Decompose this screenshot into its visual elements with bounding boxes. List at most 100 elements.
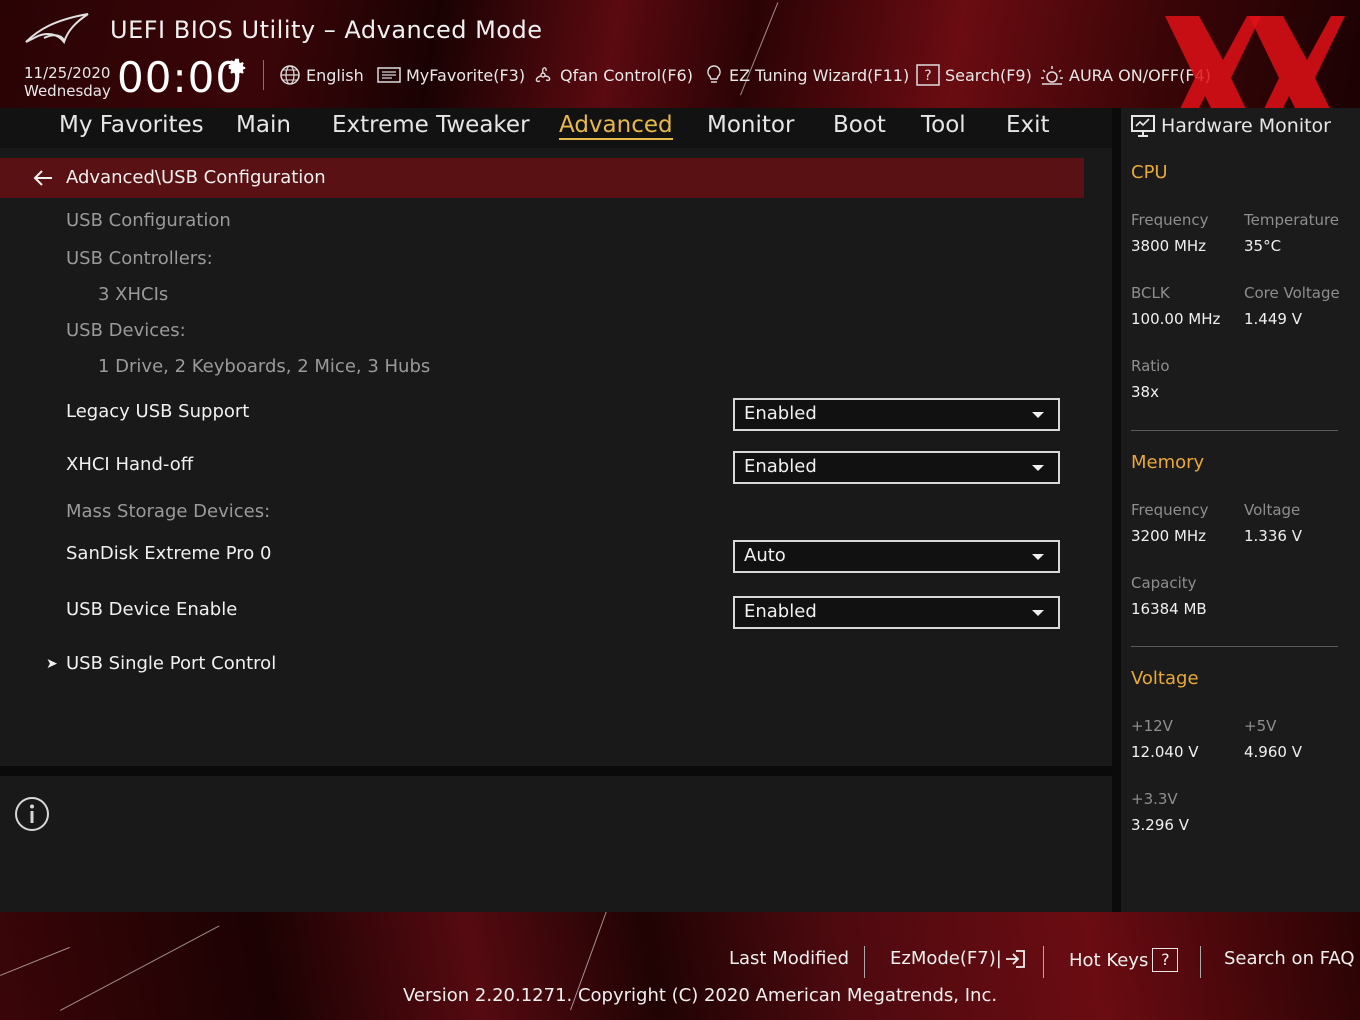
tab-boot[interactable]: Boot (833, 112, 886, 138)
ez-tuning-wizard-label: EZ Tuning Wizard(F11) (729, 65, 910, 85)
help-box-icon: ? (916, 64, 940, 86)
ezmode-label: EzMode(F7)| (890, 948, 1002, 969)
tab-main[interactable]: Main (236, 112, 291, 138)
cpu-core-voltage-value: 1.449 V (1244, 310, 1302, 328)
clock-display: 00:00 (117, 53, 244, 102)
usb-controllers-label: USB Controllers: (66, 248, 213, 269)
legacy-usb-support-dropdown[interactable]: Enabled (733, 398, 1060, 431)
hardware-monitor-title: Hardware Monitor (1161, 115, 1331, 137)
exit-arrow-icon (1005, 949, 1025, 968)
chevron-down-icon (1032, 465, 1044, 471)
search-button[interactable]: ? Search(F9) (916, 64, 1032, 86)
myfavorite-label: MyFavorite(F3) (406, 65, 526, 85)
language-button[interactable]: English (279, 64, 364, 86)
monitor-icon (1131, 115, 1155, 137)
cpu-ratio-label: Ratio (1131, 357, 1170, 375)
xhci-handoff-label: XHCI Hand-off (66, 454, 194, 475)
help-panel (0, 776, 1112, 912)
ezmode-button[interactable]: EzMode(F7)| (890, 948, 1026, 969)
main-nav: My Favorites Main Extreme Tweaker Advanc… (0, 108, 1112, 148)
cpu-core-voltage-label: Core Voltage (1244, 284, 1340, 302)
memory-capacity-value: 16384 MB (1131, 600, 1207, 618)
voltage-33v-label: +3.3V (1131, 790, 1178, 808)
tab-my-favorites[interactable]: My Favorites (59, 112, 204, 138)
last-modified-button[interactable]: Last Modified (729, 948, 849, 969)
sandisk-dropdown[interactable]: Auto (733, 540, 1060, 573)
rog-logo (25, 13, 89, 45)
legacy-usb-support-label: Legacy USB Support (66, 401, 250, 422)
legacy-usb-support-value: Enabled (744, 403, 817, 424)
search-label: Search(F9) (945, 65, 1032, 85)
cpu-ratio-value: 38x (1131, 383, 1159, 401)
usb-device-enable-dropdown[interactable]: Enabled (733, 596, 1060, 629)
gear-icon[interactable] (226, 56, 248, 78)
voltage-12v-value: 12.040 V (1131, 743, 1199, 761)
voltage-section-title: Voltage (1131, 668, 1199, 689)
aura-icon (1041, 66, 1063, 85)
footer-divider (1200, 946, 1201, 978)
memory-frequency-value: 3200 MHz (1131, 527, 1207, 545)
voltage-5v-label: +5V (1244, 717, 1277, 735)
chevron-down-icon (1032, 412, 1044, 418)
date-text: 11/25/2020 (24, 64, 111, 82)
header-divider (263, 60, 264, 90)
hw-section-divider (1131, 646, 1338, 647)
ez-tuning-wizard-button[interactable]: EZ Tuning Wizard(F11) (704, 64, 909, 86)
tab-tool[interactable]: Tool (921, 112, 966, 138)
footer-divider (1043, 946, 1044, 978)
globe-icon (280, 65, 300, 85)
lightbulb-icon (707, 65, 721, 83)
cpu-bclk-label: BCLK (1131, 284, 1170, 302)
fan-icon (535, 67, 551, 83)
footer-divider (864, 946, 865, 978)
tab-extreme-tweaker[interactable]: Extreme Tweaker (332, 112, 530, 138)
settings-panel: Advanced\USB Configuration USB Configura… (0, 148, 1112, 766)
panel-divider (0, 766, 1112, 776)
qfan-control-button[interactable]: Qfan Control(F6) (531, 64, 693, 86)
qfan-control-label: Qfan Control(F6) (560, 65, 693, 85)
back-arrow-icon[interactable] (32, 169, 54, 187)
cpu-bclk-value: 100.00 MHz (1131, 310, 1221, 328)
xhci-handoff-value: Enabled (744, 456, 817, 477)
chevron-down-icon (1032, 554, 1044, 560)
memory-section-title: Memory (1131, 452, 1205, 473)
tab-exit[interactable]: Exit (1006, 112, 1050, 138)
app-title: UEFI BIOS Utility – Advanced Mode (110, 16, 543, 44)
cpu-temperature-label: Temperature (1244, 211, 1340, 229)
date-display: 11/25/2020 Wednesday (24, 64, 111, 100)
voltage-33v-value: 3.296 V (1131, 816, 1189, 834)
usb-devices-value: 1 Drive, 2 Keyboards, 2 Mice, 3 Hubs (98, 356, 431, 377)
tab-monitor[interactable]: Monitor (707, 112, 794, 138)
hardware-monitor-panel: Hardware Monitor CPU Frequency Temperatu… (1121, 108, 1360, 912)
breadcrumb-text: Advanced\USB Configuration (66, 167, 326, 188)
hw-section-divider (1131, 430, 1338, 431)
chevron-down-icon (1032, 610, 1044, 616)
tab-advanced[interactable]: Advanced (559, 112, 673, 140)
version-text: Version 2.20.1271. Copyright (C) 2020 Am… (403, 985, 998, 1006)
memory-frequency-label: Frequency (1131, 501, 1209, 519)
hot-keys-button[interactable]: Hot Keys ? (1069, 948, 1179, 972)
myfavorite-button[interactable]: MyFavorite(F3) (377, 64, 525, 86)
cpu-section-title: CPU (1131, 162, 1168, 183)
svg-text:?: ? (924, 68, 931, 84)
mass-storage-devices-label: Mass Storage Devices: (66, 501, 271, 522)
usb-device-enable-value: Enabled (744, 601, 817, 622)
language-label: English (306, 65, 364, 85)
search-faq-button[interactable]: Search on FAQ (1224, 948, 1355, 969)
usb-devices-label: USB Devices: (66, 320, 186, 341)
help-key-icon: ? (1152, 948, 1179, 972)
usb-configuration-heading: USB Configuration (66, 210, 231, 231)
breadcrumb: Advanced\USB Configuration (0, 158, 1084, 198)
sandisk-label: SanDisk Extreme Pro 0 (66, 543, 272, 564)
usb-single-port-control-link[interactable]: USB Single Port Control (66, 653, 276, 674)
cpu-temperature-value: 35°C (1244, 237, 1282, 255)
usb-device-enable-label: USB Device Enable (66, 599, 238, 620)
submenu-arrow-icon: ➤ (46, 656, 58, 672)
xhci-handoff-dropdown[interactable]: Enabled (733, 451, 1060, 484)
info-icon (15, 797, 49, 831)
cpu-frequency-label: Frequency (1131, 211, 1209, 229)
hot-keys-label: Hot Keys (1069, 949, 1149, 971)
usb-controllers-value: 3 XHCIs (98, 284, 169, 305)
sandisk-value: Auto (744, 545, 786, 566)
voltage-12v-label: +12V (1131, 717, 1173, 735)
